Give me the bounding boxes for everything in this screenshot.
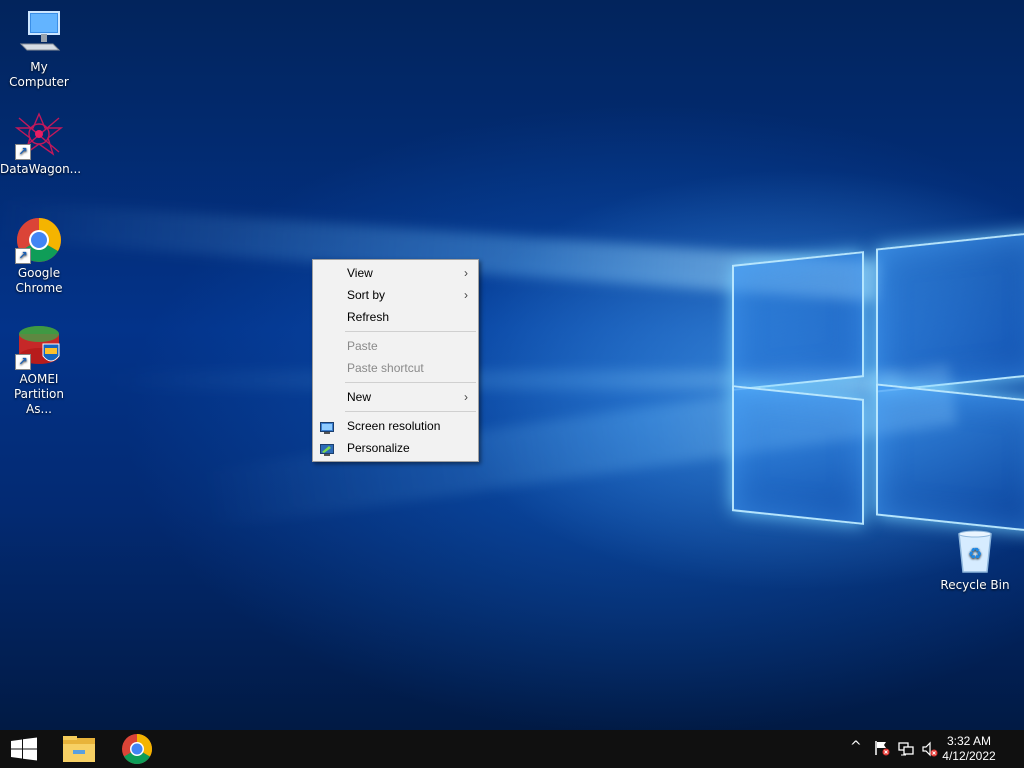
menu-item-label: Paste shortcut — [347, 361, 424, 375]
chrome-icon: ↗ — [15, 216, 63, 264]
desktop-icon-google-chrome[interactable]: ↗ Google Chrome — [0, 216, 78, 296]
menu-item-paste-shortcut[interactable]: Paste shortcut — [313, 357, 478, 379]
recycle-bin-icon: ♻ — [951, 528, 999, 576]
svg-text:♻: ♻ — [968, 544, 982, 563]
clock-time: 3:32 AM — [946, 734, 992, 748]
desktop-icon-label-line2: Partition As... — [13, 387, 64, 416]
shortcut-arrow-icon: ↗ — [15, 248, 31, 264]
menu-item-screen-resolution[interactable]: Screen resolution — [313, 415, 478, 437]
menu-item-label: Screen resolution — [347, 419, 441, 433]
aomei-partition-icon: ↗ — [15, 322, 63, 370]
desktop-context-menu: View › Sort by › Refresh Paste Paste sho… — [312, 259, 479, 462]
menu-item-label: New — [347, 390, 372, 404]
desktop-icon-datawagon[interactable]: ↗ DataWagon... — [0, 112, 82, 177]
wallpaper-logo-pane — [876, 383, 1024, 533]
datawagon-icon: ↗ — [14, 112, 64, 160]
chevron-right-icon: › — [464, 390, 468, 404]
monitor-icon — [320, 419, 334, 434]
desktop-background[interactable]: My Computer ↗ DataWagon... ↗ Google Chro… — [0, 0, 1024, 730]
system-tray: ^ 3:32 AM 4/12/2022 — [824, 730, 1024, 768]
clock-date: 4/12/2022 — [942, 749, 996, 763]
menu-item-sort-by[interactable]: Sort by › — [313, 284, 478, 306]
menu-item-personalize[interactable]: Personalize — [313, 437, 478, 459]
chevron-right-icon: › — [464, 266, 468, 280]
desktop-icon-label: DataWagon... — [0, 162, 82, 176]
start-button[interactable] — [0, 730, 48, 768]
network-icon[interactable] — [898, 741, 914, 760]
computer-icon — [15, 10, 63, 58]
menu-item-label: View — [347, 266, 373, 280]
taskbar-clock[interactable]: 3:32 AM 4/12/2022 — [934, 734, 1004, 764]
menu-item-view[interactable]: View › — [313, 262, 478, 284]
menu-item-label: Paste — [347, 339, 378, 353]
personalize-icon — [320, 441, 334, 456]
taskbar: ^ 3:32 AM 4/12/2022 — [0, 730, 1024, 768]
wallpaper-logo-pane — [732, 385, 864, 525]
shortcut-arrow-icon: ↗ — [15, 354, 31, 370]
desktop-icon-recycle-bin[interactable]: ♻ Recycle Bin — [936, 528, 1014, 593]
desktop-icon-label: My Computer — [9, 60, 69, 89]
action-center-flag-icon[interactable] — [874, 740, 890, 759]
menu-separator — [345, 382, 476, 383]
chrome-icon — [122, 734, 153, 765]
taskbar-file-explorer-button[interactable] — [55, 730, 103, 768]
desktop-icon-label-line2: Chrome — [15, 281, 63, 295]
menu-item-label: Personalize — [347, 441, 410, 455]
desktop-icon-label: Recycle Bin — [940, 578, 1010, 592]
menu-item-paste[interactable]: Paste — [313, 335, 478, 357]
taskbar-chrome-button[interactable] — [113, 730, 161, 768]
shortcut-arrow-icon: ↗ — [15, 144, 31, 160]
windows-start-icon — [11, 737, 37, 761]
menu-separator — [345, 331, 476, 332]
menu-separator — [345, 411, 476, 412]
desktop-icon-label-line1: AOMEI — [19, 372, 59, 386]
file-explorer-icon — [63, 736, 95, 762]
menu-item-label: Refresh — [347, 310, 390, 324]
desktop-icon-my-computer[interactable]: My Computer — [0, 10, 78, 90]
wallpaper-logo-pane — [876, 231, 1024, 393]
menu-item-label: Sort by — [347, 288, 386, 302]
chevron-up-icon[interactable]: ^ — [850, 739, 862, 755]
desktop-icon-aomei-partition-assistant[interactable]: ↗ AOMEI Partition As... — [0, 322, 78, 417]
chevron-right-icon: › — [464, 288, 468, 302]
wallpaper-logo-pane — [732, 251, 864, 391]
desktop-icon-label-line1: Google — [17, 266, 61, 280]
menu-item-refresh[interactable]: Refresh — [313, 306, 478, 328]
menu-item-new[interactable]: New › — [313, 386, 478, 408]
